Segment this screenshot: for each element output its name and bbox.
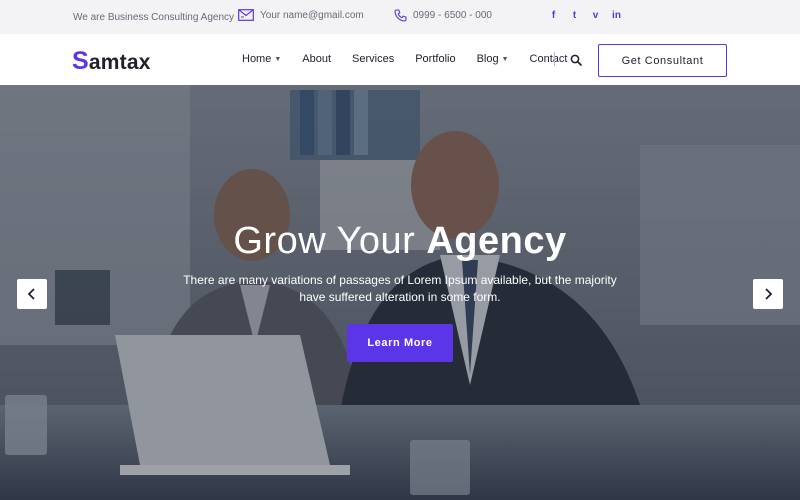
logo-initial: S bbox=[72, 47, 89, 75]
linkedin-icon[interactable]: in bbox=[612, 10, 621, 21]
logo-text: amtax bbox=[88, 51, 151, 74]
nav-home-label: Home bbox=[242, 53, 272, 65]
phone-icon bbox=[394, 9, 407, 22]
main-header: Samtax Home ▼ About Services Portfolio B… bbox=[0, 34, 800, 85]
email-text: Your name@gmail.com bbox=[260, 9, 364, 21]
social-links: f t v in bbox=[549, 10, 621, 21]
search-icon[interactable] bbox=[570, 54, 582, 66]
chevron-left-icon bbox=[27, 288, 35, 300]
nav-services-label: Services bbox=[352, 53, 395, 65]
nav-divider bbox=[554, 52, 555, 66]
email-contact[interactable]: Your name@gmail.com bbox=[238, 9, 364, 21]
nav-about-label: About bbox=[302, 53, 332, 65]
nav-item-blog[interactable]: Blog ▼ bbox=[477, 53, 509, 65]
nav-item-contact[interactable]: Contact bbox=[530, 53, 568, 65]
slider-next-button[interactable] bbox=[753, 279, 783, 309]
hero-title-bold: Agency bbox=[426, 220, 567, 262]
phone-text: 0999 - 6500 - 000 bbox=[413, 10, 492, 21]
chevron-down-icon: ▼ bbox=[501, 55, 509, 63]
chevron-down-icon: ▼ bbox=[274, 55, 282, 63]
nav-item-home[interactable]: Home ▼ bbox=[242, 53, 281, 65]
tagline: We are Business Consulting Agency bbox=[73, 12, 235, 23]
slider-prev-button[interactable] bbox=[17, 279, 47, 309]
hero-title-light: Grow Your bbox=[233, 220, 427, 262]
phone-contact[interactable]: 0999 - 6500 - 000 bbox=[394, 9, 492, 22]
envelope-icon bbox=[238, 9, 254, 21]
learn-more-button[interactable]: Learn More bbox=[347, 324, 453, 362]
nav-item-portfolio[interactable]: Portfolio bbox=[415, 53, 455, 65]
top-bar: We are Business Consulting Agency Your n… bbox=[0, 0, 800, 34]
facebook-icon[interactable]: f bbox=[549, 10, 558, 21]
nav-item-about[interactable]: About bbox=[302, 53, 331, 65]
chevron-right-icon bbox=[765, 288, 773, 300]
vimeo-icon[interactable]: v bbox=[591, 10, 600, 21]
hero-slider: Grow Your Agency There are many variatio… bbox=[0, 85, 800, 500]
nav-blog-label: Blog bbox=[476, 53, 499, 65]
nav-item-services[interactable]: Services bbox=[352, 53, 394, 65]
main-nav: Home ▼ About Services Portfolio Blog ▼ C… bbox=[242, 53, 588, 65]
nav-portfolio-label: Portfolio bbox=[415, 53, 456, 65]
get-consultant-button[interactable]: Get Consultant bbox=[598, 44, 727, 77]
hero-subtitle: There are many variations of passages of… bbox=[183, 273, 617, 304]
twitter-icon[interactable]: t bbox=[570, 10, 579, 21]
logo[interactable]: Samtax bbox=[72, 47, 151, 76]
hero-title: Grow Your Agency bbox=[0, 220, 800, 263]
nav-contact-label: Contact bbox=[529, 53, 568, 65]
